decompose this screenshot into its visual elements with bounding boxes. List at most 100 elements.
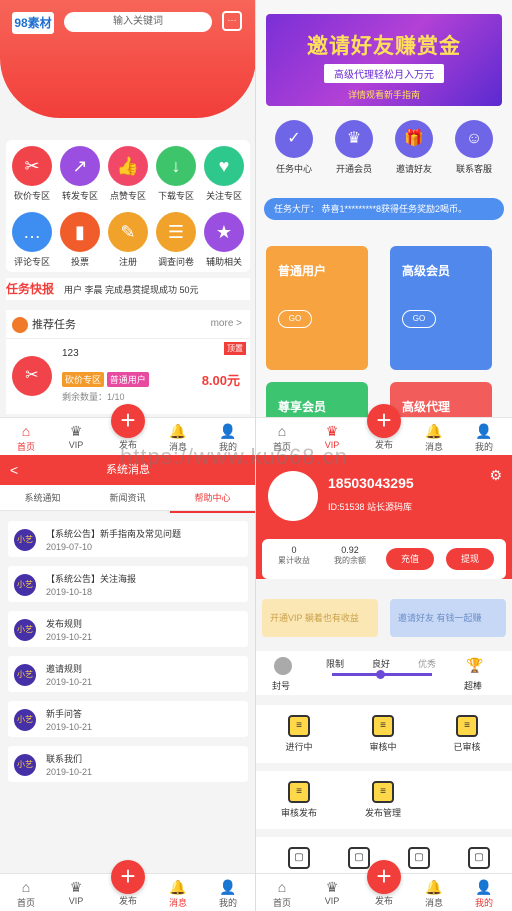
shortcut-0[interactable]: ✓ 任务中心 — [266, 120, 322, 175]
go-button[interactable]: GO — [278, 310, 312, 328]
tab-home[interactable]: ⌂ 首页 — [6, 878, 46, 909]
category-label: 下载专区 — [157, 191, 194, 201]
task-status-row: ≡ 进行中 ≡ 审核中 ≡ 已审核 — [256, 705, 512, 763]
tab-post[interactable]: 发布 — [108, 894, 148, 907]
recharge-button[interactable]: 充值 — [386, 548, 434, 570]
tab-mine[interactable]: 👤 我的 — [208, 878, 248, 909]
tab-post[interactable]: 发布 — [108, 438, 148, 451]
balance-value: 0.92 — [341, 545, 359, 555]
user-icon: 👤 — [219, 879, 237, 895]
message-item[interactable]: 小艺 联系我们 2019-10-21 — [8, 746, 248, 782]
message-icon[interactable]: ··· — [222, 11, 242, 31]
tab-message[interactable]: 🔔 消息 — [158, 878, 198, 909]
post-plus-button[interactable]: + — [111, 404, 145, 438]
menu-label: 审核发布 — [280, 808, 317, 818]
category-2[interactable]: 👍 点赞专区 — [106, 146, 150, 202]
card-title: 高级会员 — [402, 264, 451, 278]
tab-mine[interactable]: 👤 我的 — [208, 422, 248, 453]
tab-label: VIP — [68, 896, 84, 906]
message-avatar: 小艺 — [14, 619, 36, 641]
message-avatar: 小艺 — [14, 574, 36, 596]
shortcut-3[interactable]: ☺ 联系客服 — [446, 120, 502, 175]
post-plus-button[interactable]: + — [367, 860, 401, 894]
category-6[interactable]: ▮ 投票 — [58, 212, 102, 268]
tab-mine[interactable]: 👤 我的 — [464, 422, 504, 453]
back-icon[interactable]: < — [10, 455, 18, 485]
recommended-section: 推荐任务 more > ✂ 123 顶置 砍价专区 普通用户 8.00元 剩余数… — [6, 310, 250, 414]
tab-label: 我的 — [218, 442, 237, 452]
tab-vip[interactable]: ♛ VIP — [312, 422, 352, 450]
menu-label: 发布管理 — [364, 808, 401, 818]
message-date: 2019-10-21 — [46, 677, 93, 687]
tab-news[interactable]: 新闻资讯 — [85, 485, 170, 511]
more-link[interactable]: more > — [211, 318, 242, 329]
level-label: 超棒 — [464, 681, 483, 691]
gear-icon[interactable]: ⚙ — [489, 467, 502, 484]
thumb-icon — [12, 317, 28, 334]
menu-row2-0[interactable]: ≡ 审核发布 — [274, 781, 324, 819]
task-remain: 剩余数量：1/10 — [62, 392, 125, 402]
home-header: 98素材 输入关键词 ··· — [0, 0, 255, 118]
level-label: 限制 — [326, 659, 345, 669]
level-label: 优秀 — [418, 659, 437, 669]
category-0[interactable]: ✂ 砍价专区 — [10, 146, 54, 202]
invite-promo[interactable]: 邀请好友 有钱一起赚 — [390, 599, 506, 637]
category-3[interactable]: ↓ 下载专区 — [154, 146, 198, 202]
go-button[interactable]: GO — [402, 310, 436, 328]
category-label: 评论专区 — [13, 257, 50, 267]
shortcut-1[interactable]: ♛ 开通会员 — [326, 120, 382, 175]
vip-promo[interactable]: 开通VIP 躺着也有收益 — [262, 599, 378, 637]
withdraw-button[interactable]: 提现 — [446, 548, 494, 570]
message-item[interactable]: 小艺 【系统公告】关注海报 2019-10-18 — [8, 566, 248, 602]
task-icon: ✂ — [12, 356, 52, 396]
category-5[interactable]: … 评论专区 — [10, 212, 54, 268]
post-plus-button[interactable]: + — [111, 860, 145, 894]
membership-card-2[interactable]: 尊享会员 — [266, 382, 368, 422]
tab-home[interactable]: ⌂ 首页 — [262, 878, 302, 909]
tab-home[interactable]: ⌂ 首页 — [6, 422, 46, 453]
user-icon: 👤 — [475, 423, 493, 439]
message-item[interactable]: 小艺 新手问答 2019-10-21 — [8, 701, 248, 737]
category-1[interactable]: ↗ 转发专区 — [58, 146, 102, 202]
tab-post[interactable]: 发布 — [364, 438, 404, 451]
category-7[interactable]: ✎ 注册 — [106, 212, 150, 268]
category-icon: ✂ — [12, 146, 52, 186]
tab-vip[interactable]: ♛ VIP — [56, 422, 96, 450]
tab-system-notice[interactable]: 系统通知 — [0, 485, 85, 511]
tab-mine[interactable]: 👤 我的 — [464, 878, 504, 909]
tab-message[interactable]: 🔔 消息 — [414, 422, 454, 453]
category-4[interactable]: ♥ 关注专区 — [202, 146, 246, 202]
tab-vip[interactable]: ♛ VIP — [56, 878, 96, 906]
message-item[interactable]: 小艺 发布规则 2019-10-21 — [8, 611, 248, 647]
tab-message[interactable]: 🔔 消息 — [414, 878, 454, 909]
tab-label: 首页 — [272, 442, 291, 452]
tab-help-center[interactable]: 帮助中心 — [170, 485, 255, 513]
membership-card-1[interactable]: 高级会员 GO — [390, 246, 492, 370]
search-input[interactable]: 输入关键词 — [64, 12, 212, 32]
menu-row1-0[interactable]: ≡ 进行中 — [274, 715, 324, 753]
menu-row1-1[interactable]: ≡ 审核中 — [358, 715, 408, 753]
post-plus-button[interactable]: + — [367, 404, 401, 438]
trophy-icon: 🏆 — [466, 657, 484, 673]
message-item[interactable]: 小艺 邀请规则 2019-10-21 — [8, 656, 248, 692]
tab-vip[interactable]: ♛ VIP — [312, 878, 352, 906]
membership-card-0[interactable]: 普通用户 GO — [266, 246, 368, 370]
category-8[interactable]: ☰ 调查问卷 — [154, 212, 198, 268]
invite-banner[interactable]: 邀请好友赚赏金 高级代理轻松月入万元 详情观看新手指南 — [266, 14, 502, 106]
message-item[interactable]: 小艺 【系统公告】新手指南及常见问题 2019-07-10 — [8, 521, 248, 557]
avatar[interactable] — [268, 471, 318, 521]
menu-row1-2[interactable]: ≡ 已审核 — [442, 715, 492, 753]
level-dot — [376, 670, 385, 679]
membership-card-3[interactable]: 高级代理 — [390, 382, 492, 422]
crown-icon: ♛ — [69, 423, 83, 439]
shortcut-2[interactable]: 🎁 邀请好友 — [386, 120, 442, 175]
tab-home[interactable]: ⌂ 首页 — [262, 422, 302, 453]
tab-post[interactable]: 发布 — [364, 894, 404, 907]
card-title: 普通用户 — [278, 264, 327, 278]
category-9[interactable]: ★ 辅助相关 — [202, 212, 246, 268]
rec-title: 推荐任务 — [32, 319, 76, 331]
menu-row2-1[interactable]: ≡ 发布管理 — [358, 781, 408, 819]
tab-message[interactable]: 🔔 消息 — [158, 422, 198, 453]
menu-icon: ≡ — [288, 715, 310, 737]
message-date: 2019-10-18 — [46, 587, 93, 597]
